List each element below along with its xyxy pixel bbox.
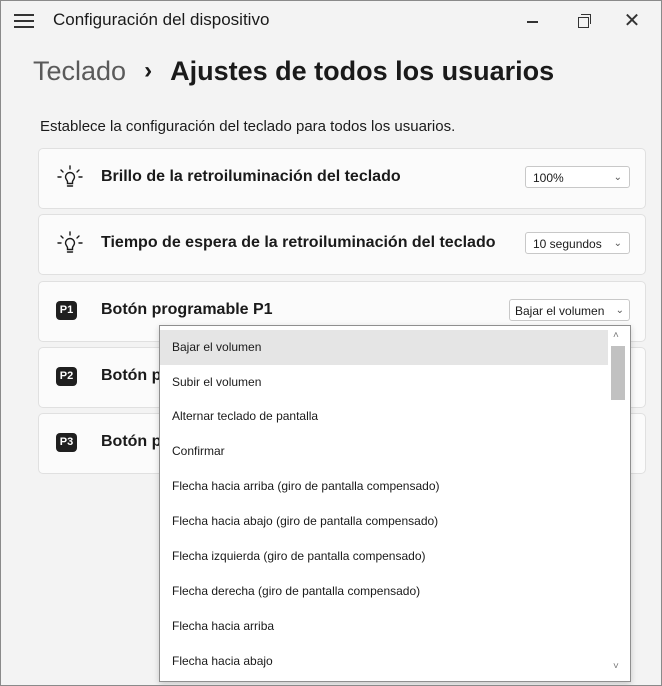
setting-label: Tiempo de espera de la retroiluminación … bbox=[101, 234, 496, 251]
setting-label: Botón p bbox=[101, 433, 162, 450]
dropdown-option[interactable]: Flecha hacia arriba (giro de pantalla co… bbox=[160, 469, 608, 504]
brightness-select[interactable]: 100% ⌄ bbox=[525, 166, 630, 188]
menu-icon[interactable] bbox=[14, 14, 34, 28]
setting-label: Brillo de la retroiluminación del teclad… bbox=[101, 168, 401, 185]
dropdown-option[interactable]: Alternar teclado de pantalla bbox=[160, 399, 608, 434]
timeout-select[interactable]: 10 segundos ⌄ bbox=[525, 232, 630, 254]
button-p1-select[interactable]: Bajar el volumen ⌄ bbox=[509, 299, 630, 321]
scroll-down-icon[interactable]: ˅ bbox=[613, 661, 619, 672]
chevron-down-icon: ⌄ bbox=[613, 238, 622, 249]
setting-label: Botón p bbox=[101, 367, 162, 384]
p1-key-icon: P1 bbox=[56, 301, 77, 320]
dropdown-option[interactable]: Flecha hacia arriba bbox=[160, 609, 608, 644]
app-window: Configuración del dispositivo ✕ Teclado … bbox=[0, 0, 662, 686]
title-bar: Configuración del dispositivo ✕ bbox=[1, 1, 661, 41]
select-value: 100% bbox=[533, 171, 564, 185]
breadcrumb: Teclado › Ajustes de todos los usuarios bbox=[33, 51, 554, 91]
chevron-down-icon: ⌄ bbox=[613, 172, 622, 183]
dropdown-option[interactable]: Flecha hacia abajo (giro de pantalla com… bbox=[160, 504, 608, 539]
p3-key-icon: P3 bbox=[56, 433, 77, 452]
setting-card-backlight-brightness: Brillo de la retroiluminación del teclad… bbox=[38, 148, 646, 209]
p2-key-icon: P2 bbox=[56, 367, 77, 386]
dropdown-option[interactable]: Flecha derecha (giro de pantalla compens… bbox=[160, 574, 608, 609]
lightbulb-icon bbox=[57, 231, 83, 253]
setting-label: Botón programable P1 bbox=[101, 301, 273, 318]
close-button[interactable]: ✕ bbox=[615, 7, 649, 35]
setting-card-backlight-timeout: Tiempo de espera de la retroiluminación … bbox=[38, 214, 646, 275]
select-value: Bajar el volumen bbox=[515, 304, 605, 318]
button-p1-dropdown-list[interactable]: Bajar el volumen Subir el volumen Altern… bbox=[159, 325, 631, 682]
breadcrumb-parent[interactable]: Teclado bbox=[33, 56, 126, 87]
page-description: Establece la configuración del teclado p… bbox=[40, 118, 456, 135]
dropdown-option[interactable]: Flecha hacia abajo bbox=[160, 644, 608, 679]
select-value: 10 segundos bbox=[533, 237, 602, 251]
lightbulb-icon bbox=[57, 165, 83, 187]
dropdown-option[interactable]: Flecha izquierda (giro de pantalla compe… bbox=[160, 539, 608, 574]
dropdown-option[interactable]: Subir el volumen bbox=[160, 365, 608, 400]
scrollbar-thumb[interactable] bbox=[611, 346, 625, 400]
dropdown-option[interactable]: Confirmar bbox=[160, 434, 608, 469]
dropdown-option[interactable]: Bajar el volumen bbox=[160, 330, 608, 365]
chevron-down-icon: ⌄ bbox=[615, 305, 624, 316]
page-title: Ajustes de todos los usuarios bbox=[170, 55, 555, 86]
scroll-up-icon[interactable]: ˄ bbox=[613, 330, 619, 341]
minimize-button[interactable] bbox=[516, 7, 550, 35]
maximize-button[interactable] bbox=[566, 7, 600, 35]
breadcrumb-separator-icon: › bbox=[144, 57, 153, 84]
app-title: Configuración del dispositivo bbox=[53, 10, 270, 29]
dropdown-scrollbar[interactable]: ˄ ˅ bbox=[608, 326, 628, 681]
